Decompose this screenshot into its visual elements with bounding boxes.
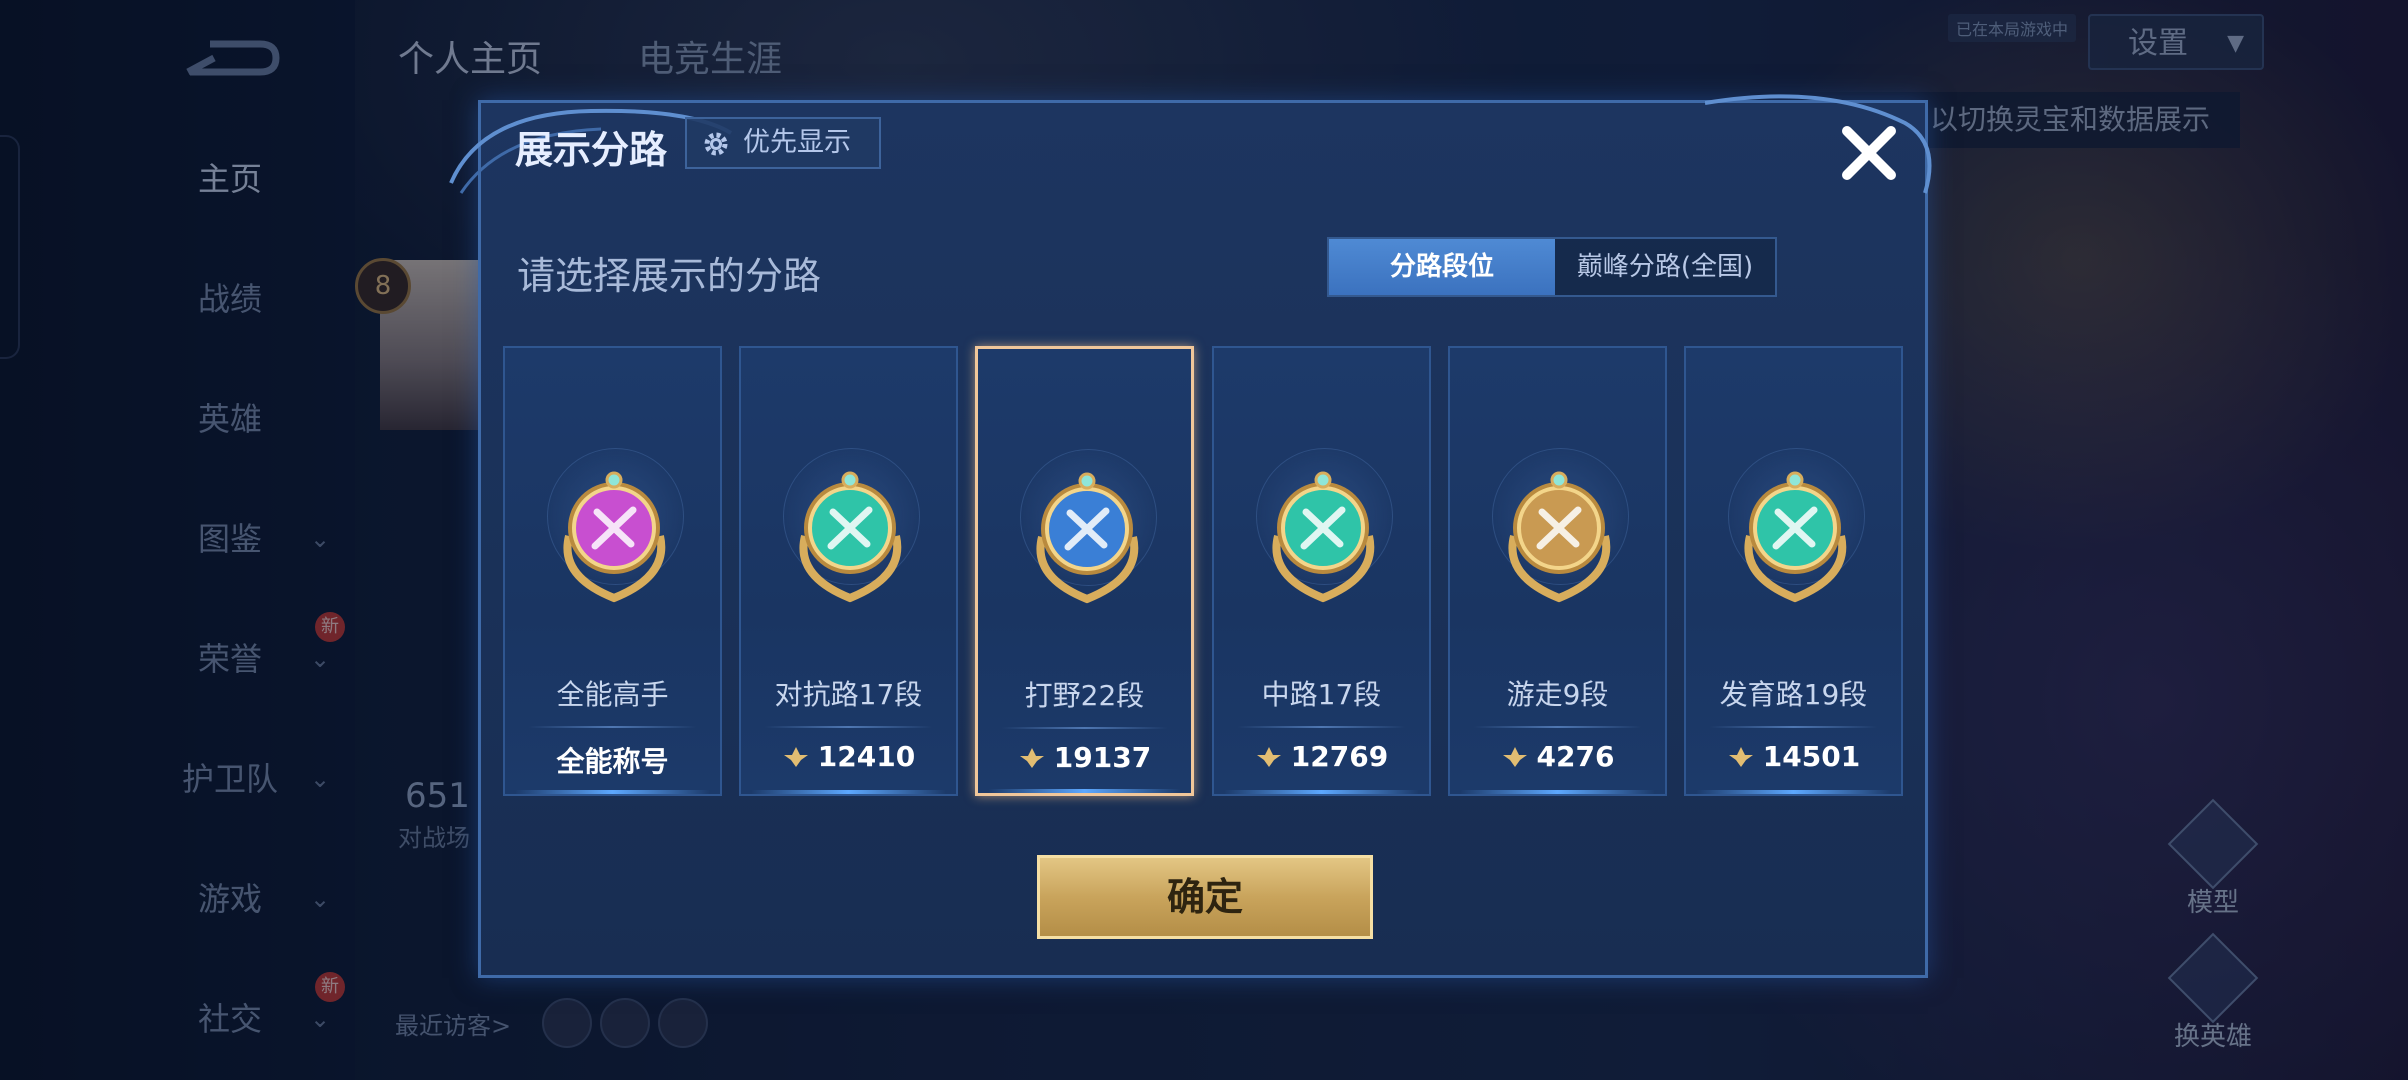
decorative-swirl [1705,94,1932,194]
lane-view-toggle: 分路段位 巅峰分路(全国) [1327,237,1777,297]
selection-prompt: 请选择展示的分路 [517,254,822,298]
lane-card[interactable]: 对抗路17段 12410 [739,346,958,796]
clash-lane-emblem-icon [799,471,902,603]
confirm-button[interactable]: 确定 [1037,855,1373,939]
allround-emblem-icon [563,471,666,603]
gear-icon [704,132,728,156]
tab-lane-rank[interactable]: 分路段位 [1329,239,1555,295]
lane-card[interactable]: 全能高手 全能称号 [503,346,722,796]
lane-score-value: 12410 [817,740,916,773]
lane-score-value: 19137 [1053,741,1152,774]
card-divider [1710,726,1877,728]
lane-name: 游走9段 [1506,678,1609,711]
lane-display-dialog: 展示分路 优先显示 请选择展示的分路 分路段位 巅峰分路(全国) 全能高手全能称… [449,94,1932,978]
lane-name: 中路17段 [1261,678,1382,711]
rank-points-icon [783,747,808,767]
lane-card[interactable]: 发育路19段 14501 [1684,346,1903,796]
lane-score-value: 12769 [1290,740,1389,773]
card-divider [1238,726,1405,728]
roam-emblem-icon [1508,471,1611,603]
lane-score: 4276 [1450,740,1665,773]
close-icon[interactable] [1833,117,1905,189]
lane-card[interactable]: 中路17段 12769 [1212,346,1431,796]
card-divider [1474,726,1641,728]
lane-card[interactable]: 游走9段 4276 [1448,346,1667,796]
lane-score-value: 4276 [1536,740,1615,773]
rank-points-icon [1256,747,1281,767]
jungle-emblem-icon [1036,472,1139,604]
farm-lane-emblem-icon [1744,471,1847,603]
lane-score: 12410 [741,740,956,773]
lane-score: 全能称号 [505,740,720,780]
tab-peak-lane-national[interactable]: 巅峰分路(全国) [1555,239,1775,295]
card-divider [1002,727,1167,729]
lane-card[interactable]: 打野22段 19137 [975,346,1194,796]
lane-name: 打野22段 [1024,679,1145,712]
lane-name: 对抗路17段 [774,678,923,711]
lane-score-value: 全能称号 [556,745,669,778]
priority-display-label: 优先显示 [743,127,851,158]
lane-score: 19137 [978,741,1191,774]
mid-lane-emblem-icon [1272,471,1375,603]
rank-points-icon [1728,747,1753,767]
dialog-title: 展示分路 [515,128,668,172]
game-profile-screen: 主页 战绩 英雄 图鉴 ⌄ 荣誉 ⌄ 新护卫队 ⌄ 游戏 ⌄ 社交 ⌄ 新 个人主页 电竞生涯 已在本局游… [0,0,2408,1080]
card-divider [529,726,696,728]
priority-display-button[interactable]: 优先显示 [685,117,881,169]
lane-score-value: 14501 [1762,740,1861,773]
lane-score: 14501 [1686,740,1901,773]
rank-points-icon [1019,748,1044,768]
lane-name: 全能高手 [556,678,669,711]
lane-card-list: 全能高手 全能称号 对抗路17段 12410 打野22段 19137 中路17段 12769 游… [503,346,1903,796]
lane-score: 12769 [1214,740,1429,773]
card-divider [765,726,932,728]
lane-name: 发育路19段 [1719,678,1868,711]
rank-points-icon [1502,747,1527,767]
